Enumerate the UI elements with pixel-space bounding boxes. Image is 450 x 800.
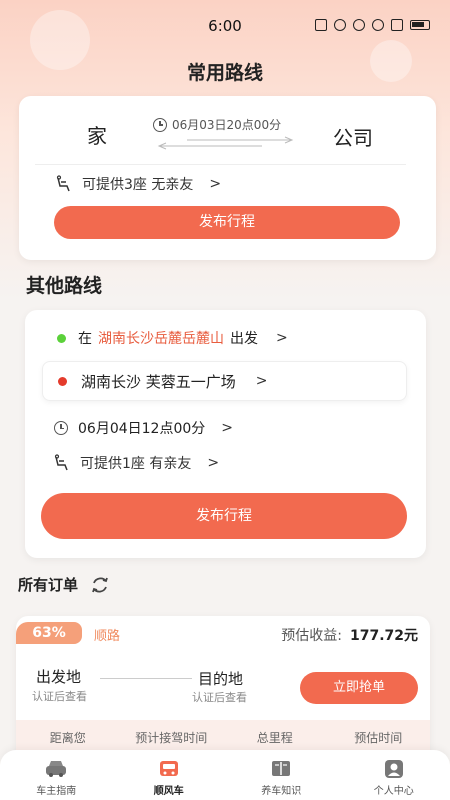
- orders-title: 所有订单: [18, 576, 79, 594]
- grab-order-button[interactable]: 立即抢单: [300, 672, 418, 704]
- destination-selector[interactable]: 湖南长沙 芙蓉五一广场 >: [42, 361, 407, 401]
- origin-sub: 认证后查看: [32, 690, 87, 703]
- match-percent-badge: 63%: [16, 622, 82, 644]
- destination-dot-icon: [58, 376, 67, 386]
- seat-selector[interactable]: 可提供3座 无亲友 >: [54, 174, 221, 194]
- orders-header: 所有订单: [18, 574, 110, 595]
- chevron-right-icon: >: [221, 420, 233, 436]
- start-prefix: 在: [78, 331, 92, 347]
- departure-time[interactable]: 06月04日12点00分 >: [54, 418, 233, 438]
- stat-distance: 距离您: [49, 731, 86, 745]
- refresh-icon[interactable]: [90, 575, 110, 595]
- destination-label: 目的地: [198, 670, 244, 688]
- tab-label: 个人中心: [373, 786, 414, 797]
- order-stats-row: 距离您 预计接驾时间 总里程 预估时间: [16, 720, 430, 752]
- seat-text: 可提供3座 无亲友: [82, 177, 194, 193]
- destination-text: 湖南长沙 芙蓉五一广场: [81, 372, 236, 391]
- tab-profile[interactable]: 个人中心: [338, 750, 450, 800]
- destination-sub: 认证后查看: [192, 691, 247, 704]
- start-dot-icon: [57, 333, 66, 343]
- route-time-text: 06月03日20点00分: [172, 118, 282, 132]
- stat-total-distance: 总里程: [256, 731, 293, 745]
- stat-pickup-time: 预计接驾时间: [135, 731, 208, 745]
- seat-selector[interactable]: 可提供1座 有亲友 >: [52, 453, 219, 473]
- route-time[interactable]: 06月03日20点00分: [153, 116, 281, 133]
- tab-label: 养车知识: [261, 786, 302, 797]
- route-line: [100, 678, 192, 679]
- seat-text: 可提供1座 有亲友: [80, 456, 192, 472]
- estimated-earnings: 预估收益: 177.72元: [281, 625, 418, 645]
- tab-rideshare[interactable]: 顺风车: [113, 750, 226, 800]
- nfc-icon: [315, 19, 327, 31]
- tab-driver-guide[interactable]: 车主指南: [0, 750, 113, 800]
- clock-icon: [54, 421, 68, 435]
- status-bar: 6:00: [0, 0, 450, 36]
- tab-label: 顺风车: [153, 786, 184, 797]
- bluetooth-icon: [334, 19, 346, 31]
- earnings-label: 预估收益:: [281, 628, 342, 644]
- publish-trip-button[interactable]: 发布行程: [54, 206, 400, 239]
- origin-label: 家: [87, 124, 107, 148]
- chevron-right-icon: >: [207, 455, 220, 471]
- clock-icon: [153, 117, 167, 132]
- origin-label: 出发地: [36, 668, 82, 686]
- alert-icon: [391, 19, 403, 31]
- earnings-value: 177.72元: [349, 628, 418, 644]
- divider: [35, 164, 406, 165]
- route-tag: 顺路: [94, 629, 121, 644]
- car-icon: [46, 761, 67, 777]
- seat-icon: [56, 175, 70, 192]
- chevron-right-icon: >: [276, 330, 288, 346]
- departure-time-text: 06月04日12点00分: [78, 421, 206, 437]
- other-route-card: 在 湖南长沙岳麓岳麓山 出发 > 湖南长沙 芙蓉五一广场 > 06月04日12点…: [25, 310, 426, 558]
- mute-icon: [353, 19, 365, 31]
- destination-label: 公司: [333, 126, 373, 150]
- chevron-right-icon: >: [255, 373, 268, 389]
- chevron-right-icon: >: [209, 176, 222, 192]
- start-place: 湖南长沙岳麓岳麓山: [98, 331, 224, 347]
- swap-arrows-icon: [157, 136, 294, 150]
- tab-car-knowledge[interactable]: 养车知识: [225, 750, 338, 800]
- tab-label: 车主指南: [36, 786, 77, 797]
- start-location[interactable]: 在 湖南长沙岳麓岳麓山 出发 >: [57, 328, 288, 348]
- stat-estimated-time: 预估时间: [354, 731, 403, 745]
- battery-icon: [410, 20, 430, 30]
- wifi-icon: [372, 19, 384, 31]
- publish-trip-button[interactable]: 发布行程: [41, 493, 407, 539]
- page-title: 常用路线: [186, 62, 263, 84]
- book-icon: [272, 761, 291, 776]
- status-icons: [315, 19, 430, 31]
- common-route-card: 家 06月03日20点00分 公司 可提供3座 无亲友 > 发布行程: [19, 96, 436, 260]
- user-icon: [384, 760, 403, 778]
- rideshare-icon: [159, 761, 178, 776]
- bottom-tab-bar: 车主指南 顺风车 养车知识 个人中心: [0, 750, 450, 800]
- start-suffix: 出发: [230, 331, 258, 347]
- seat-icon: [54, 454, 68, 471]
- other-routes-title: 其他路线: [26, 275, 103, 297]
